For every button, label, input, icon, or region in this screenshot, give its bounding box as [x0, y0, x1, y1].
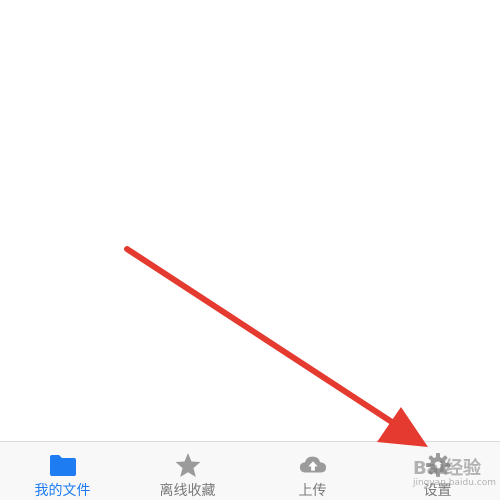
tab-label-offline-favorites: 离线收藏 — [159, 483, 216, 499]
tab-label-my-files: 我的文件 — [34, 483, 91, 499]
baidu-jingyan-watermark: Bai经验 jingyan.baidu.com — [413, 454, 496, 488]
tab-offline-favorites[interactable]: 离线收藏 — [125, 442, 250, 500]
watermark-text: Bai经验 — [412, 458, 481, 479]
tab-upload[interactable]: 上传 — [250, 442, 375, 500]
tab-my-files[interactable]: 我的文件 — [0, 442, 125, 500]
cloud-upload-icon — [299, 451, 327, 479]
tab-label-upload: 上传 — [298, 483, 327, 499]
star-icon — [174, 451, 202, 479]
watermark-subtext: jingyan.baidu.com — [412, 478, 496, 488]
folder-icon — [49, 451, 77, 479]
file-list-area — [0, 0, 500, 441]
app-screen: 我的文件 离线收藏 上传 设置 Bai经验 jingyan.baidu.com — [0, 0, 500, 500]
